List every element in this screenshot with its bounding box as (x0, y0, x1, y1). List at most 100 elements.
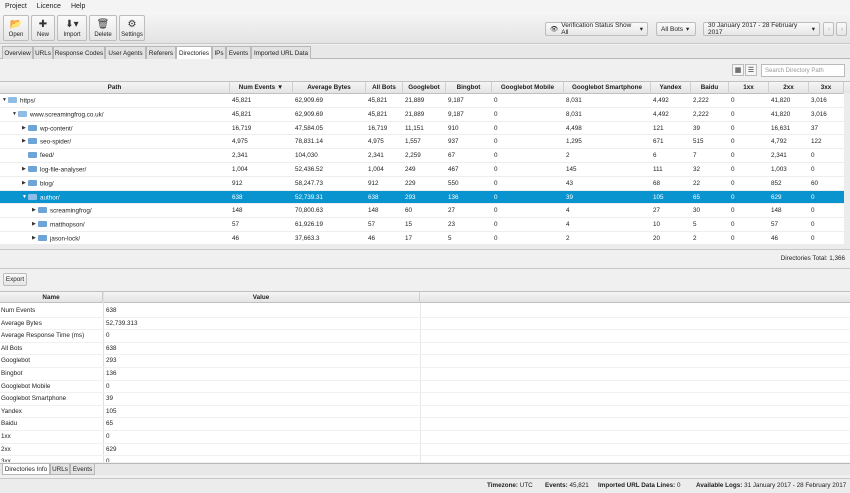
settings-button[interactable]: ⚙ Settings (119, 15, 145, 41)
folder-icon: 📂 (9, 19, 23, 30)
detail-row[interactable]: 2xx 629 (0, 444, 850, 457)
col-num-events[interactable]: Num Events ▼ (230, 82, 293, 94)
menu-help[interactable]: Help (71, 3, 85, 10)
search-input[interactable]: Search Directory Path (761, 64, 845, 77)
menu-project[interactable]: Project (5, 3, 27, 10)
col-googlebot-smartphone[interactable]: Googlebot Smartphone (564, 82, 651, 94)
table-cell: 0 (494, 179, 498, 187)
bottom-tabs: Directories Info URLs Events (0, 463, 850, 475)
vertical-scrollbar[interactable] (844, 93, 850, 244)
table-row[interactable]: ▶ seo-spider/4,975 78,831.14 4,975 1,557 937 0… (0, 135, 846, 150)
table-cell: 70,800.63 (295, 207, 324, 215)
table-cell: 111 (653, 166, 663, 173)
table-row[interactable]: ▶ screamingfrog/148 70,800.63 148 60 27 0 4 27 30… (0, 204, 846, 219)
table-row[interactable]: ▶ blog/912 58,247.73 912 229 550 0 43 68 22 0 852 60 (0, 177, 846, 191)
chevron-down-icon: ▾ (811, 26, 815, 33)
table-row[interactable]: ▼ author/638 52,739.31 638 293 136 0 39 105 65 0 62… (0, 190, 846, 205)
table-cell: 148 (771, 207, 782, 215)
table-row[interactable]: ▶ matthopson/57 61,926.19 57 15 23 0 4 10 5 0 57 0 (0, 218, 846, 232)
detail-name: 2xx (1, 445, 11, 453)
detail-row[interactable]: Baidu 65 (0, 418, 850, 431)
col-3xx[interactable]: 3xx (809, 82, 844, 94)
detail-value: 65 (106, 420, 114, 428)
tab-directories[interactable]: Directories (176, 46, 212, 59)
tab-urls-bottom[interactable]: URLs (50, 464, 70, 475)
horizontal-scrollbar[interactable] (0, 244, 850, 250)
detail-row[interactable]: Num Events 638 (0, 305, 850, 318)
detail-row[interactable]: Googlebot 293 (0, 355, 850, 368)
table-row[interactable]: ▼ www.screamingfrog.co.uk/45,821 62,909.69… (0, 108, 846, 122)
table-row[interactable]: ▶ log-file-analyser/1,004 52,436.52 1,004 24… (0, 163, 846, 177)
table-row[interactable]: ▼ https/45,821 62,909.69 45,821 21,889 9,187 0… (0, 94, 846, 108)
table-cell: 0 (731, 179, 735, 187)
menu-licence[interactable]: Licence (37, 3, 61, 10)
prev-range-button[interactable]: ‹ (823, 22, 834, 36)
col-path[interactable]: Path (0, 82, 230, 94)
col-all-bots[interactable]: All Bots (366, 82, 403, 94)
path-cell: ▼ author/ (22, 191, 227, 205)
table-cell: 2,222 (693, 110, 709, 118)
path-label: seo-spider/ (40, 138, 72, 146)
import-button[interactable]: ⬇▾ Import (57, 15, 87, 41)
table-cell: 2 (566, 152, 570, 160)
detail-row[interactable]: 3xx 0 (0, 456, 850, 462)
detail-row[interactable]: Bingbot 136 (0, 368, 850, 381)
tab-events-bottom[interactable]: Events (70, 464, 95, 475)
table-cell: 0 (731, 166, 735, 173)
table-row[interactable]: ▶ wp-content/16,719 47,584.05 16,719 11,151 9… (0, 122, 846, 136)
next-range-button[interactable]: › (836, 22, 847, 36)
detail-row[interactable]: Yandex 105 (0, 406, 850, 419)
col-2xx[interactable]: 2xx (769, 82, 809, 94)
table-cell: 148 (368, 207, 379, 215)
detail-row[interactable]: Googlebot Smartphone 39 (0, 393, 850, 406)
detail-row[interactable]: Googlebot Mobile 0 (0, 381, 850, 394)
col-baidu[interactable]: Baidu (691, 82, 729, 94)
table-row[interactable]: feed/2,341 104,030 2,341 2,259 67 0 2 6 7 0 2,341 0 (0, 149, 846, 163)
col-yandex[interactable]: Yandex (651, 82, 691, 94)
tree-view-icon[interactable]: ▦ (732, 64, 744, 76)
tab-urls[interactable]: URLs (33, 46, 53, 59)
col-value[interactable]: Value (103, 292, 420, 303)
main-tabs: Overview URLs Response Codes User Agents… (0, 45, 850, 59)
tab-overview[interactable]: Overview (2, 46, 33, 59)
bots-dropdown[interactable]: All Bots ▾ (656, 22, 696, 36)
delete-button[interactable]: 🗑 Delete (89, 15, 117, 41)
open-button[interactable]: 📂 Open (3, 15, 29, 41)
table-cell: 249 (405, 166, 416, 173)
tab-referers[interactable]: Referers (146, 46, 176, 59)
table-cell: 5 (693, 221, 697, 229)
tab-ips[interactable]: IPs (212, 46, 226, 59)
new-button[interactable]: ✚ New (31, 15, 55, 41)
detail-row[interactable]: Average Response Time (ms) 0 (0, 330, 850, 343)
eye-icon: 👁 (550, 26, 559, 33)
col-average-bytes[interactable]: Average Bytes (293, 82, 366, 94)
col-bingbot[interactable]: Bingbot (446, 82, 492, 94)
detail-name: Googlebot (1, 357, 31, 365)
tab-user-agents[interactable]: User Agents (105, 46, 146, 59)
tab-response-codes[interactable]: Response Codes (53, 46, 105, 59)
col-1xx[interactable]: 1xx (729, 82, 769, 94)
table-cell: 52,739.31 (295, 193, 324, 201)
table-cell: 0 (731, 138, 735, 146)
tab-imported-url-data[interactable]: Imported URL Data (251, 46, 311, 59)
verification-status-dropdown[interactable]: 👁 Verification Status Show All ▾ (545, 22, 648, 36)
path-cell: ▼ www.screamingfrog.co.uk/ (12, 108, 227, 122)
col-googlebot-mobile[interactable]: Googlebot Mobile (492, 82, 564, 94)
date-range-dropdown[interactable]: 30 January 2017 - 28 February 2017 ▾ (703, 22, 820, 36)
table-cell: 4,492 (653, 110, 669, 118)
folder-icon (8, 96, 17, 103)
detail-header: Name Value (0, 292, 850, 303)
detail-row[interactable]: Average Bytes 52,739.313 (0, 318, 850, 331)
export-button[interactable]: Export (3, 273, 27, 286)
table-cell: 45,821 (368, 97, 388, 104)
list-view-icon[interactable]: ☰ (745, 64, 757, 76)
col-name[interactable]: Name (0, 292, 103, 303)
col-googlebot[interactable]: Googlebot (403, 82, 446, 94)
detail-row[interactable]: All Bots 638 (0, 343, 850, 356)
tab-events[interactable]: Events (226, 46, 251, 59)
table-cell: 27 (448, 207, 456, 215)
detail-row[interactable]: 1xx 0 (0, 431, 850, 444)
path-cell: ▶ seo-spider/ (22, 135, 227, 149)
detail-value: 136 (106, 370, 117, 377)
tab-directories-info[interactable]: Directories Info (2, 464, 50, 475)
